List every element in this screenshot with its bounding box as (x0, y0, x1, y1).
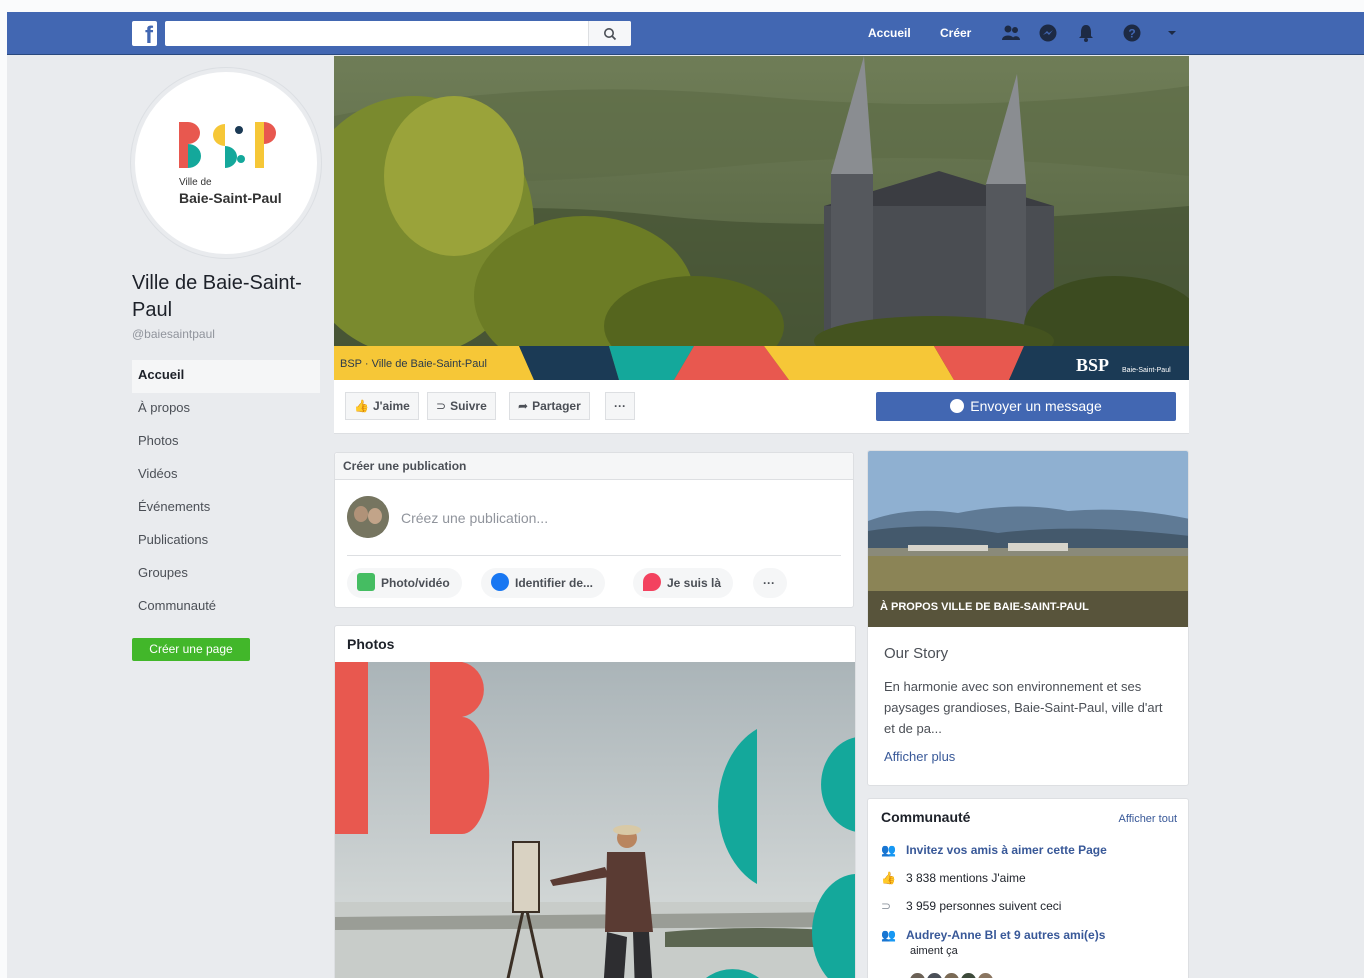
search-input[interactable] (165, 21, 631, 46)
tag-people-label: Identifier de... (515, 576, 594, 590)
follow-button[interactable]: ⊃ Suivre (427, 392, 496, 420)
likes-count: 3 838 mentions J'aime (906, 871, 1026, 885)
avatar[interactable] (978, 973, 993, 978)
sidebar-item-community[interactable]: Communauté (132, 591, 320, 624)
share-button[interactable]: ➦ Partager (509, 392, 590, 420)
tag-people-icon (491, 573, 509, 591)
sidebar-item-about[interactable]: À propos (132, 393, 320, 426)
avatar[interactable] (927, 973, 942, 978)
sidebar-item-photos[interactable]: Photos (132, 426, 320, 459)
friends-icon: 👥 (881, 928, 896, 942)
page-handle[interactable]: @baiesaintpaul (132, 327, 215, 341)
community-title: Communauté (881, 809, 971, 825)
invite-friends-row[interactable]: 👥 Invitez vos amis à aimer cette Page (881, 843, 1107, 857)
sidebar-item-home[interactable]: Accueil (132, 360, 320, 393)
page-avatar (347, 496, 389, 538)
logo-city-name: Baie-Saint-Paul (179, 190, 282, 206)
search-icon (604, 28, 617, 41)
friends-like-link[interactable]: Audrey-Anne Bl et 9 autres ami(e)s (906, 928, 1105, 942)
share-label: Partager (532, 399, 581, 413)
composer-more-button[interactable]: ··· (753, 568, 787, 598)
divider (347, 555, 841, 556)
search-button[interactable] (588, 21, 631, 46)
svg-text:?: ? (1128, 27, 1135, 41)
location-pin-icon (643, 573, 661, 591)
page-action-bar: 👍 J'aime ⊃ Suivre ➦ Partager ··· Envoyer un… (334, 380, 1189, 434)
likes-count-row: 👍 3 838 mentions J'aime (881, 871, 1026, 885)
photo-video-label: Photo/vidéo (381, 576, 450, 590)
photos-section: Photos (334, 625, 856, 978)
composer-title: Créer une publication (335, 453, 853, 480)
friends-icon: 👥 (881, 843, 896, 857)
featured-photo[interactable] (335, 662, 856, 978)
messenger-icon (950, 399, 965, 413)
rss-icon: ⊃ (881, 899, 892, 913)
send-message-label: Envoyer un message (970, 398, 1102, 414)
cover-image: BSP Baie-Saint-Paul (334, 56, 1189, 380)
bsp-logo-icon (179, 122, 276, 168)
browser-frame: f Accueil Créer ? Ville de Baie-Saint-Pa… (7, 12, 1364, 978)
svg-text:Baie-Saint-Paul: Baie-Saint-Paul (1122, 367, 1171, 374)
about-card: À PROPOS VILLE DE BAIE-SAINT-PAUL Our St… (867, 450, 1189, 786)
avatar[interactable] (961, 973, 976, 978)
friends-icon[interactable] (1001, 23, 1021, 43)
photo-icon (357, 573, 375, 591)
top-navigation-bar: f Accueil Créer ? (7, 12, 1364, 55)
nav-create-link[interactable]: Créer (940, 26, 971, 40)
page-sidebar-menu: Accueil À propos Photos Vidéos Événement… (132, 360, 320, 624)
create-page-button[interactable]: Créer une page (132, 638, 250, 661)
send-message-button[interactable]: Envoyer un message (876, 392, 1176, 421)
chevron-down-icon[interactable] (1162, 23, 1182, 43)
thumbs-up-icon: 👍 (881, 871, 896, 885)
sidebar-item-events[interactable]: Événements (132, 492, 320, 525)
more-options-button[interactable]: ··· (605, 392, 635, 420)
nav-home-link[interactable]: Accueil (868, 26, 911, 40)
facebook-logo-icon[interactable]: f (132, 21, 157, 46)
follow-label: Suivre (450, 399, 487, 413)
help-icon[interactable]: ? (1122, 23, 1142, 43)
sidebar-item-groups[interactable]: Groupes (132, 558, 320, 591)
story-text: En harmonie avec son environnement et se… (884, 679, 1163, 736)
like-label: J'aime (372, 399, 410, 413)
like-button[interactable]: 👍 J'aime (345, 392, 419, 420)
sidebar-item-videos[interactable]: Vidéos (132, 459, 320, 492)
photos-title[interactable]: Photos (335, 626, 855, 662)
composer-input[interactable]: Créez une publication... (401, 510, 548, 526)
see-all-link[interactable]: Afficher tout (1119, 813, 1178, 825)
cover-photo[interactable]: BSP Baie-Saint-Paul BSP · Ville de Baie-… (334, 56, 1189, 380)
sidebar-item-posts[interactable]: Publications (132, 525, 320, 558)
logo-subtitle: Ville de (179, 177, 212, 188)
post-composer: Créer une publication Créez une publicat… (334, 452, 854, 608)
messenger-icon[interactable] (1038, 23, 1058, 43)
check-in-button[interactable]: Je suis là (633, 568, 734, 598)
avatar[interactable] (910, 973, 925, 978)
friends-like-suffix: aiment ça (910, 945, 958, 957)
rss-icon: ⊃ (436, 399, 447, 413)
show-more-link[interactable]: Afficher plus (884, 749, 955, 764)
about-photo-caption: À PROPOS VILLE DE BAIE-SAINT-PAUL (880, 601, 1089, 613)
svg-text:BSP: BSP (1076, 355, 1109, 375)
cover-caption: BSP · Ville de Baie-Saint-Paul (340, 358, 487, 370)
follows-count: 3 959 personnes suivent ceci (906, 899, 1062, 913)
tag-people-button[interactable]: Identifier de... (481, 568, 606, 598)
profile-picture[interactable]: Ville de Baie-Saint-Paul (131, 68, 321, 258)
share-arrow-icon: ➦ (518, 399, 529, 413)
story-title: Our Story (884, 645, 949, 662)
follows-count-row: ⊃ 3 959 personnes suivent ceci (881, 899, 1061, 913)
community-card: Communauté Afficher tout 👥 Invitez vos am… (867, 798, 1189, 978)
invite-friends-link[interactable]: Invitez vos amis à aimer cette Page (906, 843, 1107, 857)
avatar[interactable] (944, 973, 959, 978)
photo-video-button[interactable]: Photo/vidéo (347, 568, 462, 598)
thumbs-up-icon: 👍 (354, 399, 369, 413)
check-in-label: Je suis là (667, 576, 722, 590)
page-title: Ville de Baie-Saint-Paul (132, 272, 302, 321)
friend-avatars (910, 973, 995, 978)
notifications-bell-icon[interactable] (1076, 23, 1096, 43)
friends-like-row[interactable]: 👥 Audrey-Anne Bl et 9 autres ami(e)s (881, 928, 1181, 942)
